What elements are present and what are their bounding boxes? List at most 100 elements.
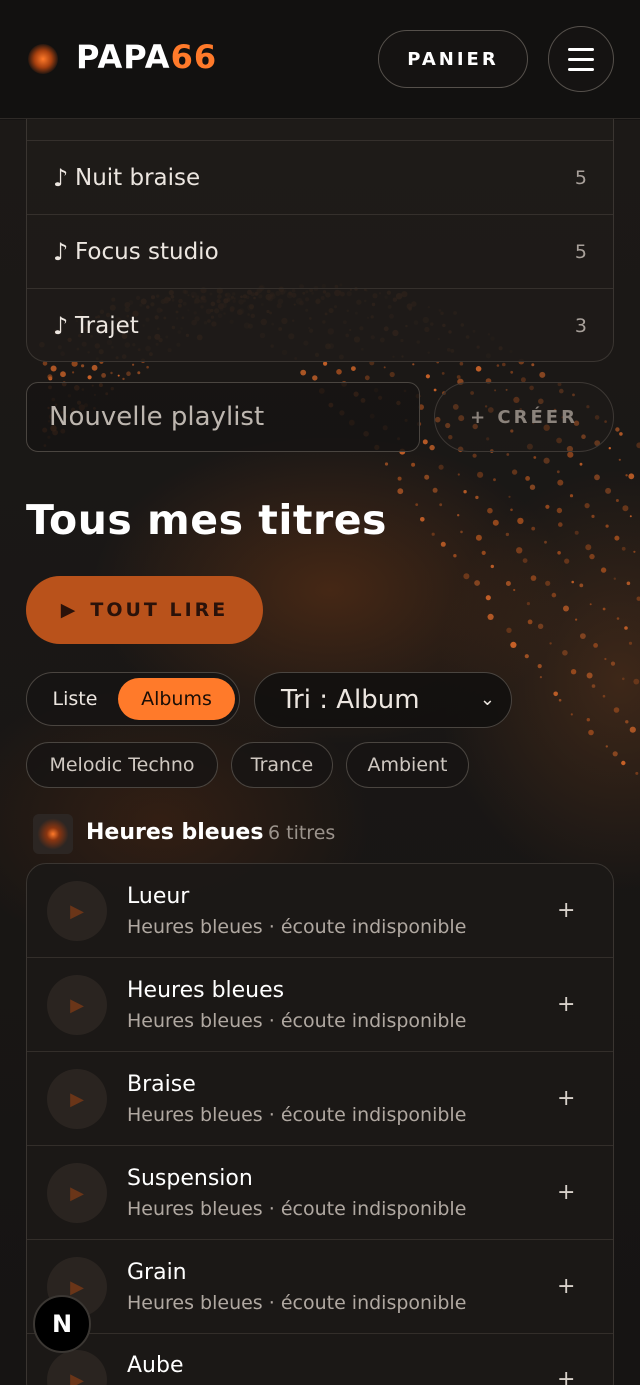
particle-dot	[527, 619, 533, 625]
menu-button[interactable]	[548, 26, 614, 92]
particle-dot	[424, 474, 430, 480]
particle-dot	[126, 371, 131, 376]
particle-dot	[544, 540, 547, 544]
particle-dot	[490, 564, 494, 569]
particle-dot	[628, 641, 633, 645]
particle-dot	[477, 471, 484, 478]
track-subtitle: Heures bleues · écoute indisponible	[127, 1292, 467, 1314]
view-liste-option[interactable]: Liste	[33, 678, 117, 720]
playlist-item[interactable]: ♪ Focus studio 5	[27, 214, 613, 288]
particle-dot	[614, 535, 620, 541]
playlist-count: 5	[574, 240, 587, 263]
particle-dot	[588, 729, 594, 736]
particle-dot	[563, 605, 569, 612]
particle-dot	[87, 375, 92, 380]
album-name: Heures bleues	[86, 820, 264, 845]
track-title: Lueur	[127, 884, 190, 909]
particle-dot	[636, 596, 640, 601]
particle-dot	[570, 669, 577, 675]
particle-dot	[463, 573, 470, 580]
particle-dot	[621, 546, 626, 551]
play-button[interactable]: ▶	[47, 881, 107, 941]
particle-dot	[616, 617, 620, 620]
play-all-button[interactable]: ▶ TOUT LIRE	[26, 576, 263, 644]
track-row: ▶ Lueur Heures bleues · écoute indisponi…	[27, 864, 613, 958]
add-icon[interactable]: +	[557, 1180, 575, 1205]
particle-dot	[539, 371, 546, 378]
music-note-icon: ♪	[53, 163, 69, 192]
particle-dot	[600, 567, 607, 573]
particle-dot	[463, 490, 467, 494]
hamburger-icon	[568, 47, 594, 51]
add-icon[interactable]: +	[557, 1367, 575, 1385]
particle-dot	[537, 664, 542, 669]
play-button[interactable]: ▶	[47, 1350, 107, 1385]
particle-dot	[508, 495, 511, 498]
album-header[interactable]: Heures bleues 6 titres	[33, 814, 593, 854]
particle-dot	[487, 613, 494, 620]
particle-dot	[485, 595, 491, 601]
add-icon[interactable]: +	[557, 898, 575, 923]
particle-dot	[629, 515, 632, 518]
particle-dot	[524, 654, 529, 659]
particle-dot	[411, 462, 416, 467]
particle-dot	[525, 476, 530, 481]
logo[interactable]: PAPA66	[76, 38, 217, 76]
genre-chip[interactable]: Melodic Techno	[26, 742, 218, 788]
play-button[interactable]: ▶	[47, 1069, 107, 1129]
particle-dot	[526, 602, 531, 606]
add-icon[interactable]: +	[557, 1086, 575, 1111]
particle-dot	[625, 720, 629, 724]
track-subtitle: Heures bleues · écoute indisponible	[127, 916, 467, 938]
sort-select[interactable]: Tri : Album ⌄	[254, 672, 512, 728]
particle-dot	[621, 760, 626, 766]
particle-dot	[539, 676, 543, 679]
particle-dot	[591, 684, 596, 688]
particle-dot	[571, 580, 574, 584]
top-header: PAPA66 PANIER	[0, 0, 640, 119]
playlist-name: Trajet	[75, 312, 139, 339]
particle-dot	[505, 581, 511, 586]
particle-dot	[618, 458, 621, 461]
track-row: ▶ Suspension Heures bleues · écoute indi…	[27, 1146, 613, 1240]
play-button[interactable]: ▶	[47, 1163, 107, 1223]
particle-dot	[533, 456, 537, 459]
particle-dot	[602, 607, 606, 611]
particle-dot	[622, 677, 625, 681]
particle-dot	[567, 451, 574, 458]
particle-dot	[636, 442, 640, 449]
particle-dot	[633, 550, 636, 553]
add-icon[interactable]: +	[557, 992, 575, 1017]
view-albums-option[interactable]: Albums	[118, 678, 235, 720]
particle-dot	[132, 363, 135, 366]
add-icon[interactable]: +	[557, 1274, 575, 1299]
dev-badge[interactable]: N	[33, 1295, 91, 1353]
page-title: Tous mes titres	[26, 496, 387, 544]
particle-dot	[510, 508, 513, 512]
genre-chip[interactable]: Ambient	[346, 742, 469, 788]
genre-chip[interactable]: Trance	[231, 742, 333, 788]
new-playlist-input[interactable]	[26, 382, 420, 452]
particle-dot	[625, 474, 628, 477]
playlist-item[interactable]: ♪ Trajet 3	[27, 288, 613, 362]
particle-dot	[72, 371, 75, 374]
play-icon: ▶	[70, 1182, 84, 1204]
particle-dot	[591, 514, 595, 518]
particle-dot	[122, 377, 125, 381]
particle-dot	[502, 362, 506, 367]
particle-dot	[589, 553, 595, 560]
particle-dot	[585, 544, 592, 551]
play-button[interactable]: ▶	[47, 975, 107, 1035]
playlist-item[interactable]: ♪ Nuit braise 5	[27, 140, 613, 214]
cart-button[interactable]: PANIER	[378, 30, 528, 88]
particle-dot	[608, 447, 611, 450]
create-playlist-button[interactable]: + CRÉER	[434, 382, 614, 452]
particle-dot	[438, 464, 444, 470]
particle-dot	[602, 694, 606, 698]
particle-dot	[516, 547, 523, 554]
album-cover	[33, 814, 73, 854]
particle-dot	[513, 588, 516, 592]
album-track-count: 6 titres	[268, 822, 336, 844]
particle-dot	[629, 726, 636, 733]
particle-dot	[575, 618, 578, 621]
